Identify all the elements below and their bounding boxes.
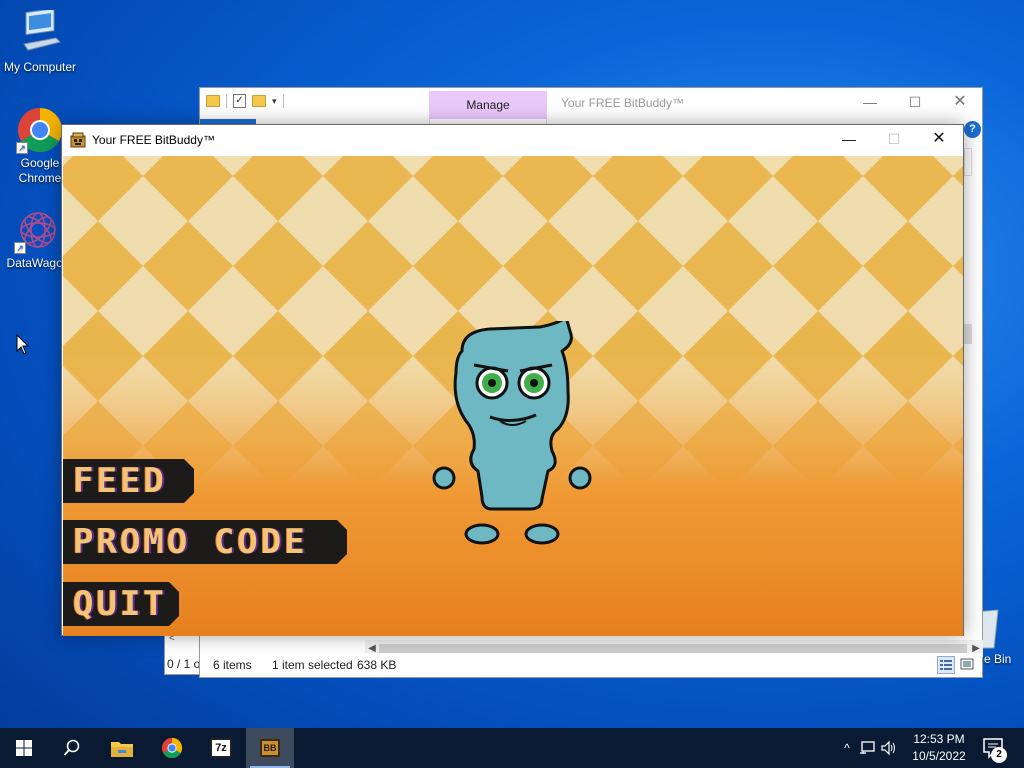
7zip-taskbar-button[interactable]: 7z — [197, 728, 245, 768]
clock-date: 10/5/2022 — [912, 749, 966, 763]
close-button[interactable]: ✕ — [937, 88, 983, 118]
separator — [226, 94, 227, 108]
chrome-taskbar-button[interactable] — [148, 728, 196, 768]
system-tray: ^ — [838, 728, 898, 768]
search-icon — [63, 739, 80, 756]
chrome-icon — [161, 737, 183, 759]
quick-access-toolbar: ✓ ▾ — [206, 94, 284, 108]
desktop-icon-label: e Bin — [984, 652, 1012, 666]
volume-icon[interactable] — [880, 740, 898, 756]
bitbuddy-titlebar[interactable]: Your FREE BitBuddy™ — ☐ ✕ — [62, 125, 963, 156]
status-bar: 6 items 1 item selected 638 KB — [200, 653, 982, 677]
desktop-icon-label: My Computer — [3, 60, 77, 74]
file-explorer-icon — [111, 742, 133, 757]
clock-time: 12:53 PM — [913, 732, 965, 746]
window-title: Your FREE BitBuddy™ — [92, 133, 215, 147]
scrollbar-thumb[interactable] — [379, 644, 967, 653]
bitbuddy-icon: BB — [260, 739, 280, 757]
details-view-icon[interactable] — [937, 656, 955, 674]
bitbuddy-app-icon — [70, 132, 86, 148]
minimize-button[interactable]: — — [847, 88, 893, 118]
bitbuddy-character — [432, 321, 592, 545]
game-scene: FEED PROMO CODE QUIT — [63, 156, 963, 636]
folder-icon[interactable] — [206, 95, 220, 107]
customize-dropdown-icon[interactable]: ▾ — [272, 96, 277, 107]
minimize-button[interactable]: — — [826, 125, 872, 155]
feed-button[interactable]: FEED — [63, 459, 194, 503]
mouse-cursor-icon — [16, 334, 30, 355]
maximize-button: ☐ — [887, 131, 901, 147]
computer-icon — [16, 8, 64, 58]
explorer-titlebar[interactable]: ✓ ▾ Manage Your FREE BitBuddy™ — ☐ ✕ — [200, 88, 983, 119]
window-title: Your FREE BitBuddy™ — [561, 96, 684, 110]
shortcut-arrow-icon: ↗ — [14, 242, 26, 254]
status-size: 638 KB — [357, 658, 397, 672]
help-icon[interactable]: ? — [964, 121, 981, 138]
datawagon-icon: ↗ — [14, 206, 62, 254]
status-selected: 1 item selected — [272, 658, 353, 672]
notification-count-badge: 2 — [991, 747, 1007, 763]
chrome-icon: ↗ — [16, 106, 64, 154]
background-window[interactable]: < 0 / 1 o — [164, 630, 204, 675]
clock[interactable]: 12:53 PM 10/5/2022 — [904, 731, 974, 765]
promo-code-button[interactable]: PROMO CODE — [63, 520, 347, 564]
new-folder-icon[interactable] — [252, 95, 266, 107]
status-items: 6 items — [213, 658, 252, 672]
7zip-icon: 7z — [210, 738, 232, 758]
maximize-button[interactable]: ☐ — [892, 88, 938, 118]
bitbuddy-window[interactable]: Your FREE BitBuddy™ — ☐ ✕ FEED PROMO COD… — [61, 124, 964, 636]
ribbon-expand-region — [964, 148, 972, 176]
network-icon[interactable] — [858, 740, 876, 756]
taskbar: 7z BB ^ 12:53 PM 10/5/2022 2 — [0, 728, 1024, 768]
file-explorer-taskbar-button[interactable] — [98, 728, 146, 768]
search-button[interactable] — [48, 728, 96, 768]
back-window-status: 0 / 1 o — [167, 657, 201, 671]
separator — [282, 94, 284, 108]
properties-icon[interactable]: ✓ — [233, 94, 246, 108]
bitbuddy-taskbar-button[interactable]: BB — [246, 728, 294, 768]
start-button[interactable] — [0, 728, 48, 768]
desktop-icon-my-computer[interactable]: My Computer — [0, 8, 80, 75]
shortcut-arrow-icon: ↗ — [16, 142, 28, 154]
show-hidden-icons-chevron-icon[interactable]: ^ — [838, 741, 856, 755]
large-icons-view-icon[interactable] — [959, 656, 977, 674]
close-button[interactable]: ✕ — [916, 125, 962, 155]
start-icon — [16, 740, 32, 756]
quit-button[interactable]: QUIT — [63, 582, 179, 626]
tab-manage[interactable]: Manage — [429, 91, 547, 119]
